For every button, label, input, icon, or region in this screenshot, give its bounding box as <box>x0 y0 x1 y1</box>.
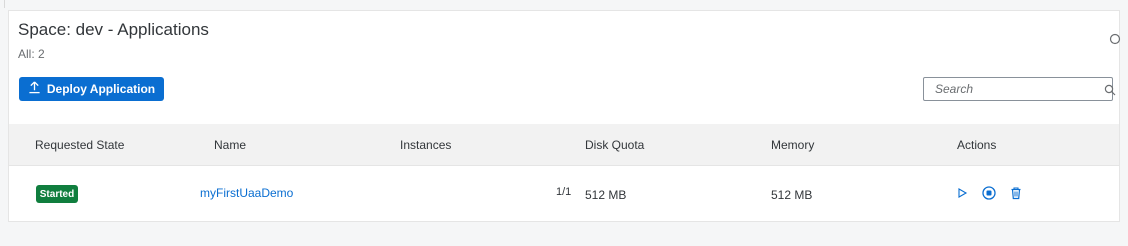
column-header-name[interactable]: Name <box>214 138 246 152</box>
search-input[interactable] <box>933 81 1097 97</box>
status-badge: Started <box>36 185 78 203</box>
column-header-requested-state[interactable]: Requested State <box>35 138 124 152</box>
search-icon[interactable] <box>1104 83 1116 96</box>
refresh-icon[interactable] <box>1109 32 1121 45</box>
top-strip <box>0 0 1128 10</box>
table-header: Requested State Name Instances Disk Quot… <box>9 124 1119 166</box>
play-icon[interactable] <box>954 185 970 201</box>
search-field[interactable] <box>923 77 1116 101</box>
page-title: Space: dev - Applications <box>18 20 209 39</box>
disk-quota-value: 512 MB <box>585 188 627 202</box>
deploy-application-label: Deploy Application <box>46 82 156 96</box>
application-count: All: 2 <box>18 47 45 61</box>
instances-value: 1/1 <box>556 186 572 198</box>
stop-icon[interactable] <box>981 185 997 201</box>
delete-icon[interactable] <box>1008 185 1024 201</box>
divider <box>4 0 5 8</box>
applications-table: Requested State Name Instances Disk Quot… <box>9 124 1119 222</box>
column-header-disk-quota[interactable]: Disk Quota <box>585 138 644 152</box>
upload-icon <box>28 81 41 97</box>
column-header-actions: Actions <box>957 138 997 152</box>
deploy-application-button[interactable]: Deploy Application <box>19 77 164 101</box>
app-name-link[interactable]: myFirstUaaDemo <box>200 186 293 200</box>
memory-value: 512 MB <box>771 188 813 202</box>
row-actions <box>954 185 1024 201</box>
column-header-instances[interactable]: Instances <box>400 138 451 152</box>
table-row[interactable]: Started myFirstUaaDemo 1/1 512 MB 512 MB <box>9 166 1119 222</box>
column-header-memory[interactable]: Memory <box>771 138 814 152</box>
